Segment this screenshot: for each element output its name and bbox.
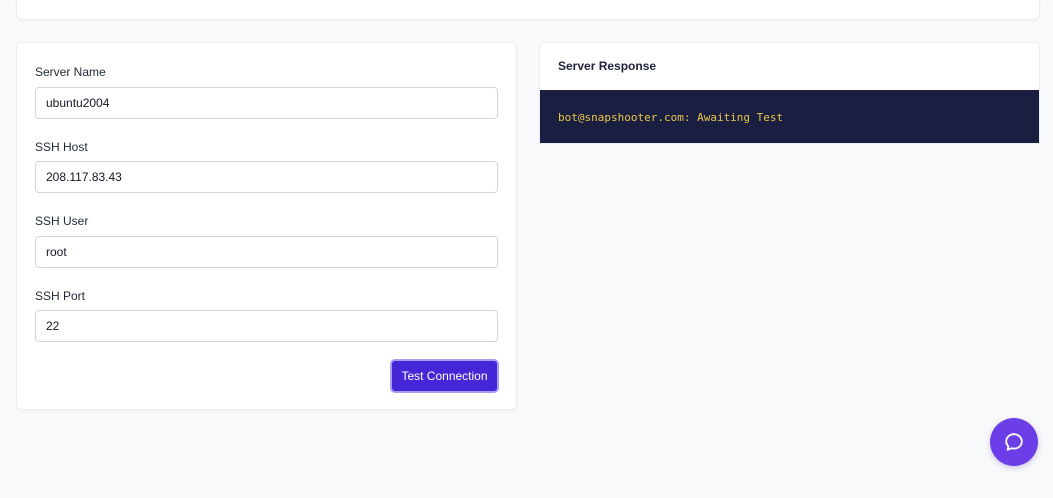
top-card <box>16 0 1040 20</box>
ssh-user-label: SSH User <box>35 214 89 228</box>
terminal-output: bot@snapshooter.com: Awaiting Test <box>540 90 1039 143</box>
server-form-card: Server Name SSH Host SSH User SSH Port T… <box>16 42 517 410</box>
terminal-text: bot@snapshooter.com: Awaiting Test <box>558 111 784 124</box>
server-response-card: Server Response bot@snapshooter.com: Awa… <box>539 42 1040 144</box>
server-name-label: Server Name <box>35 65 106 79</box>
ssh-host-label: SSH Host <box>35 140 88 154</box>
ssh-user-input[interactable] <box>35 236 498 268</box>
ssh-port-input[interactable] <box>35 310 498 342</box>
server-response-title: Server Response <box>558 59 657 73</box>
ssh-port-label: SSH Port <box>35 289 86 303</box>
chat-bubble-icon <box>1003 431 1025 453</box>
server-name-input[interactable] <box>35 87 498 119</box>
test-connection-button[interactable]: Test Connection <box>390 359 499 393</box>
help-chat-button[interactable] <box>990 418 1038 466</box>
ssh-host-input[interactable] <box>35 161 498 193</box>
